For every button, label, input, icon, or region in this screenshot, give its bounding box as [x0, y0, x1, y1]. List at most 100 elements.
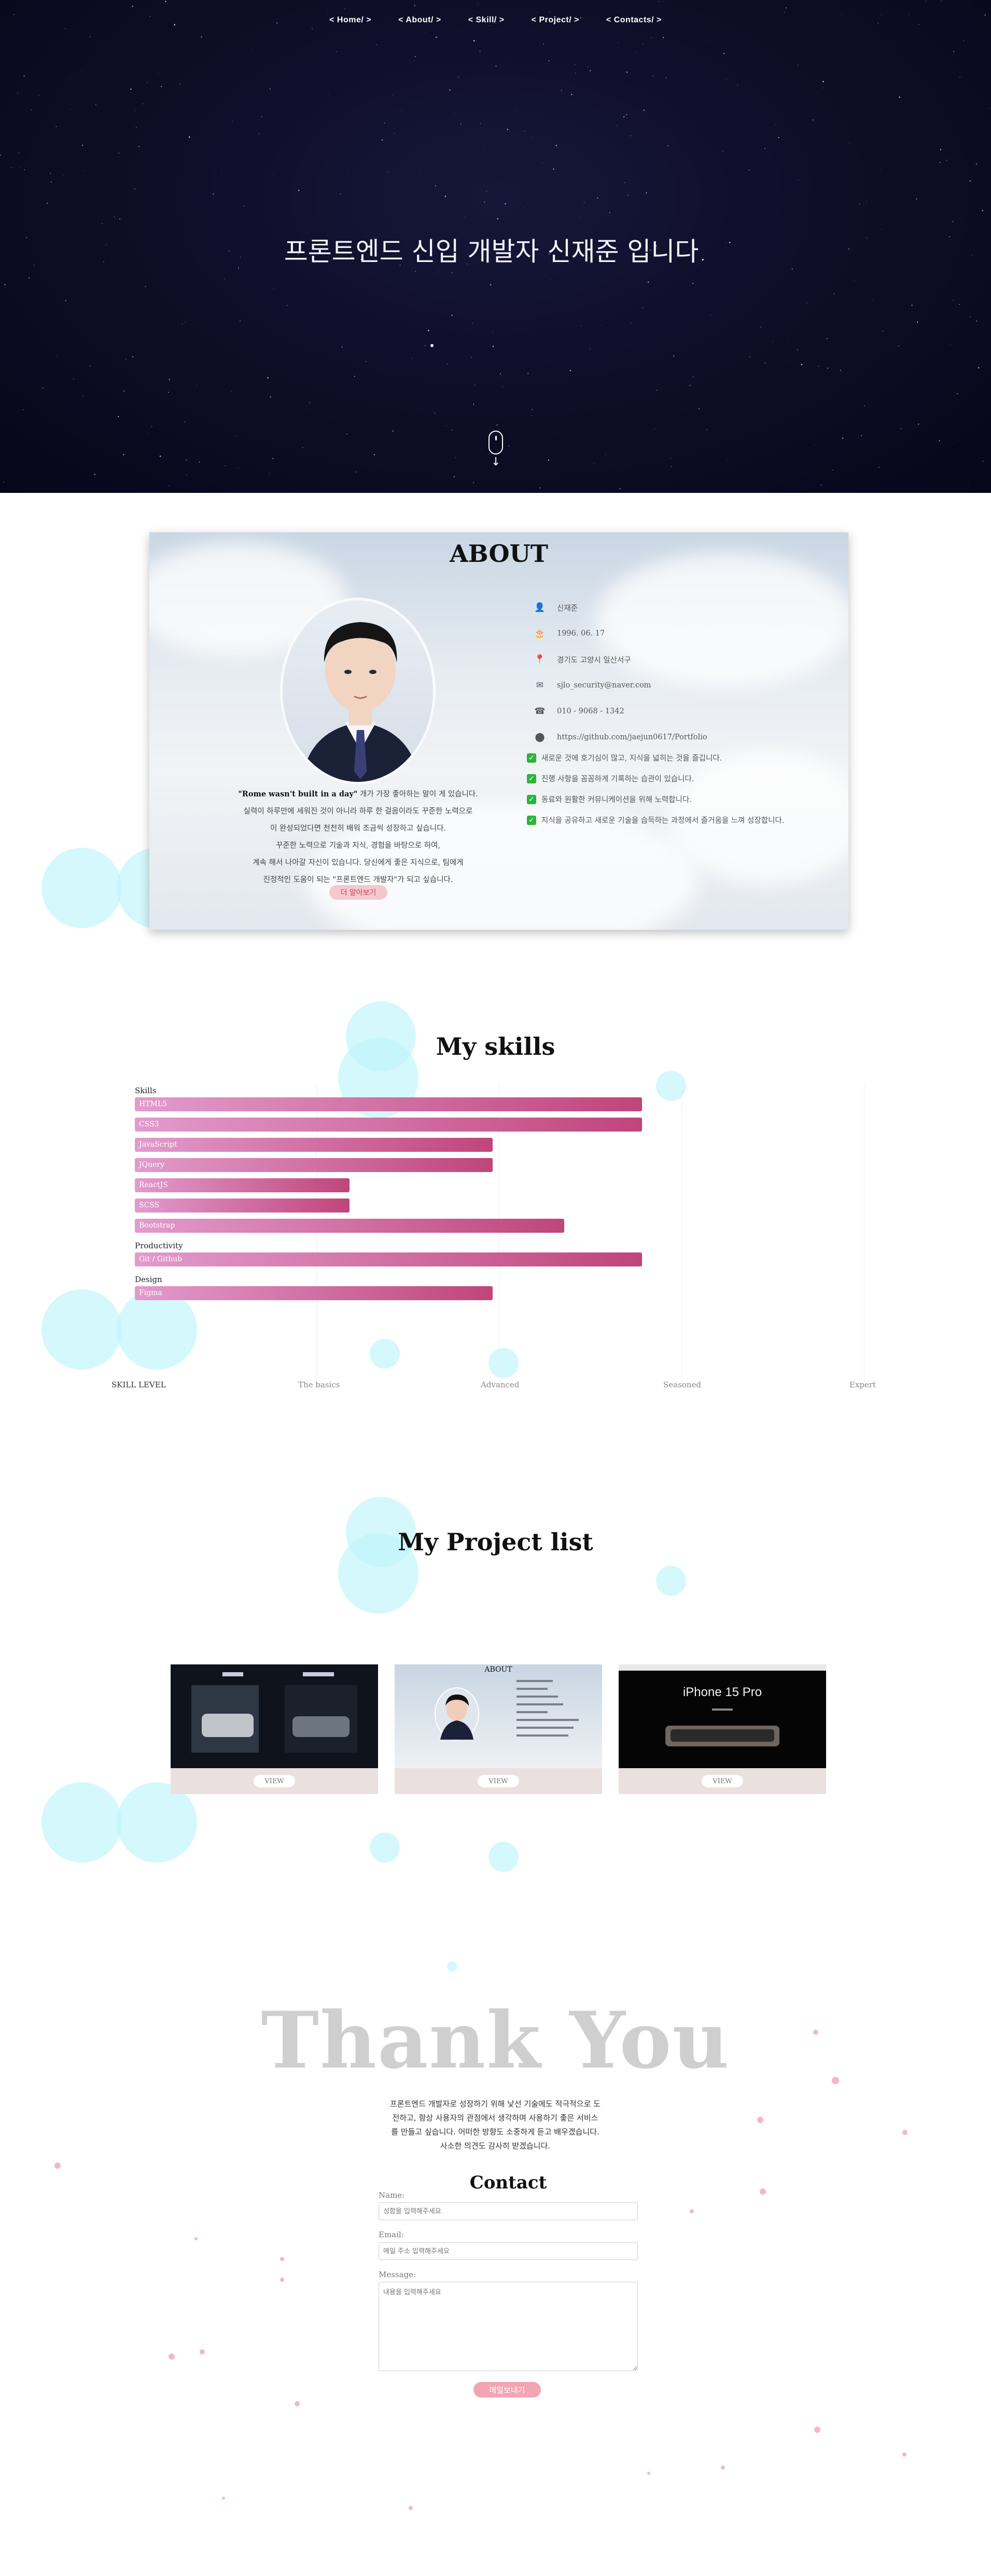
star	[89, 36, 91, 38]
star	[748, 169, 750, 171]
skill-bar: JQuery	[135, 1158, 493, 1172]
star	[626, 71, 628, 73]
star	[119, 218, 121, 220]
star	[723, 52, 725, 54]
star	[590, 70, 591, 72]
project-card[interactable]: ABOUT VIEW	[395, 1664, 602, 1794]
check-text: 새로운 것에 호기심이 많고, 지식을 넓히는 것을 즐깁니다.	[541, 754, 722, 763]
star	[444, 196, 446, 197]
info-text[interactable]: sjlo_security@naver.com	[557, 681, 651, 690]
bubble-decoration	[117, 1782, 197, 1863]
petal-decoration	[54, 2162, 61, 2169]
petal-decoration	[647, 2472, 650, 2475]
project-card[interactable]: iPhone 15 Pro VIEW	[619, 1664, 826, 1794]
thank-you-heading: Thank You	[261, 1995, 730, 2086]
message-label: Message:	[379, 2270, 416, 2279]
star	[186, 459, 187, 461]
star	[820, 485, 822, 486]
about-quote: "Rome wasn't built in a day"	[238, 790, 358, 798]
star	[451, 429, 453, 431]
mouse-scroll-icon[interactable]	[488, 431, 503, 454]
nav-home-link[interactable]: < Home/ >	[329, 16, 371, 25]
about-card: ABOUT "Rome wasn't built in a day" 개가 가장…	[149, 532, 848, 930]
star	[414, 56, 416, 58]
hero-section: < Home/ > < About/ > < Skill/ > < Projec…	[0, 0, 991, 493]
star	[555, 145, 557, 146]
arrow-down-icon: ↓	[491, 456, 501, 469]
star	[132, 5, 133, 7]
star	[643, 109, 645, 111]
view-project-button[interactable]: VIEW	[254, 1775, 295, 1787]
star	[698, 408, 700, 410]
bubble-decoration	[656, 1566, 686, 1596]
info-github[interactable]: ⬤ https://github.com/jaejun0617/Portfoli…	[533, 731, 707, 744]
star	[532, 408, 533, 410]
star	[412, 358, 413, 359]
star	[854, 280, 855, 281]
view-project-button[interactable]: VIEW	[478, 1775, 519, 1787]
star	[134, 188, 136, 190]
star	[975, 163, 978, 165]
star	[94, 473, 96, 475]
star	[435, 185, 436, 187]
cake-icon: 🎂	[534, 628, 546, 639]
star	[327, 13, 328, 14]
star	[132, 356, 134, 357]
star	[978, 367, 980, 369]
intro-line: 실력이 하루만에 세워진 것이 아니라 하루 한 걸음이라도 꾸준한 노력으로	[243, 807, 473, 816]
star	[619, 488, 621, 490]
name-input[interactable]	[379, 2202, 638, 2220]
nav-contacts-link[interactable]: < Contacts/ >	[606, 16, 662, 25]
nav-about-link[interactable]: < About/ >	[398, 16, 441, 25]
project-thumbnail[interactable]	[171, 1664, 378, 1768]
star	[656, 390, 658, 391]
star	[474, 384, 476, 385]
petal-decoration	[194, 2237, 198, 2240]
info-email[interactable]: ✉ sjlo_security@naver.com	[533, 679, 651, 692]
message-textarea[interactable]	[379, 2282, 638, 2371]
star	[125, 358, 127, 360]
star	[791, 268, 793, 270]
nav-skill-link[interactable]: < Skill/ >	[468, 16, 505, 25]
view-project-button[interactable]: VIEW	[702, 1775, 743, 1787]
star	[348, 172, 349, 173]
more-info-button[interactable]: 더 알아보기	[329, 885, 387, 900]
petal-decoration	[409, 2506, 413, 2510]
star	[785, 7, 787, 9]
star	[778, 137, 779, 139]
star	[188, 136, 190, 138]
send-mail-button[interactable]: 메일보내기	[473, 2382, 541, 2398]
star	[286, 305, 288, 306]
star	[17, 92, 19, 94]
star	[749, 356, 750, 357]
star	[292, 101, 294, 102]
intro-line: 계속 해서 나아갈 자신이 있습니다. 당신에게 좋은 지식으로, 팀에게	[253, 859, 464, 867]
star	[842, 437, 844, 439]
email-input[interactable]	[379, 2242, 638, 2260]
star	[643, 44, 644, 45]
scale-label: Seasoned	[663, 1380, 701, 1389]
star	[727, 459, 728, 460]
star	[102, 223, 103, 224]
star	[449, 89, 451, 91]
name-label: Name:	[379, 2191, 405, 2200]
star	[451, 272, 453, 273]
scale-label: SKILL LEVEL	[111, 1380, 166, 1389]
scale-label: Advanced	[481, 1380, 520, 1389]
info-link[interactable]: https://github.com/jaejun0617/Portfolio	[557, 733, 707, 741]
star	[801, 364, 803, 365]
petal-decoration	[757, 2117, 763, 2123]
intro-line: 이 완성되었다면 천천히 배워 조금씩 성장하고 싶습니다.	[270, 824, 446, 833]
project-card[interactable]: VIEW	[171, 1664, 378, 1794]
project-thumbnail[interactable]: iPhone 15 Pro	[619, 1664, 826, 1768]
star	[939, 440, 941, 442]
star	[472, 323, 473, 324]
star	[624, 182, 625, 183]
nav-project-link[interactable]: < Project/ >	[532, 16, 579, 25]
star	[580, 217, 581, 218]
checkbox-icon: ✓	[527, 794, 536, 804]
info-birthday: 🎂 1996. 06. 17	[533, 627, 605, 640]
skill-category-label: Design	[135, 1275, 162, 1284]
star	[160, 86, 162, 88]
project-thumbnail[interactable]: ABOUT	[395, 1664, 602, 1768]
